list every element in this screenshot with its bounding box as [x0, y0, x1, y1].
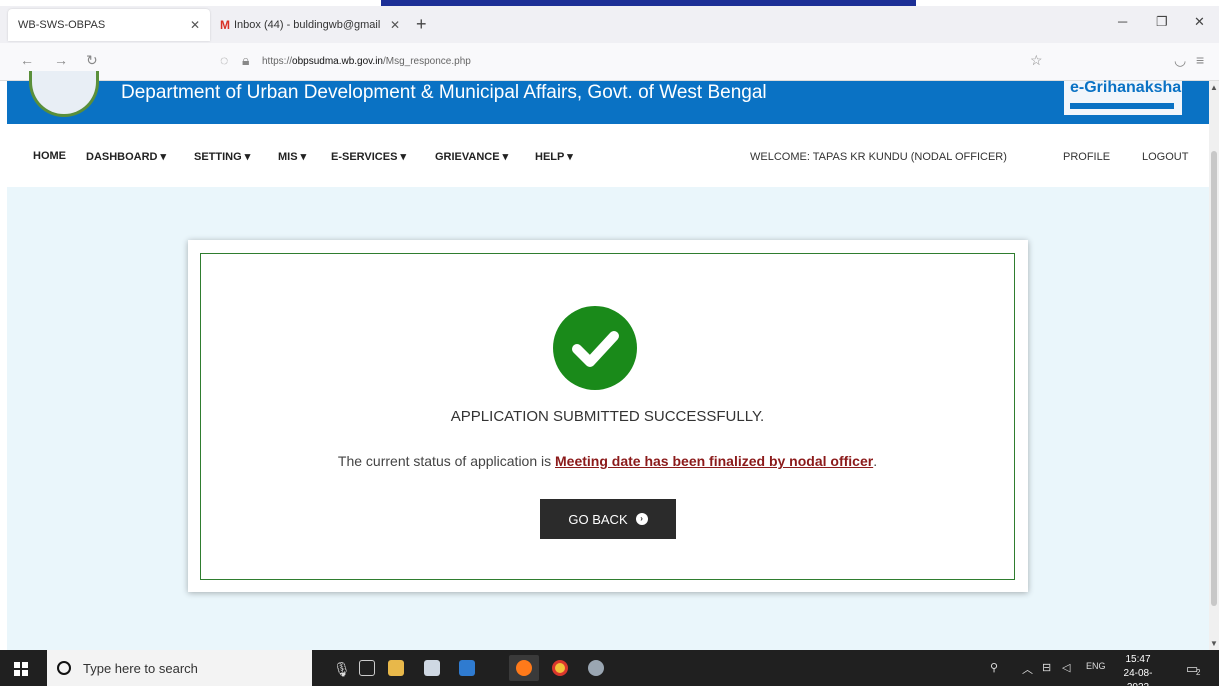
status-prefix: The current status of application is — [337, 453, 556, 469]
site-header: Department of Urban Development & Munici… — [7, 71, 1209, 124]
mail-icon[interactable] — [459, 660, 475, 676]
main-menu: HOME DASHBOARD ▾ SETTING ▾ MIS ▾ E-SERVI… — [7, 124, 1209, 187]
main-content: APPLICATION SUBMITTED SUCCESSFULLY. The … — [7, 187, 1209, 650]
close-icon[interactable]: ✕ — [390, 18, 400, 32]
browser-tab-bar: WB-SWS-OBPAS ✕ M Inbox (44) - buldingwb@… — [0, 6, 1219, 43]
tab-title: WB-SWS-OBPAS — [18, 18, 106, 31]
menu-icon[interactable]: ≡ — [1196, 52, 1204, 68]
message-card-border: APPLICATION SUBMITTED SUCCESSFULLY. The … — [200, 253, 1015, 580]
volume-icon[interactable]: ◁ — [1062, 661, 1070, 674]
department-logo — [29, 71, 99, 117]
menu-setting[interactable]: SETTING ▾ — [194, 150, 250, 163]
microphone-icon[interactable]: 🎙︎ — [333, 661, 351, 678]
store-icon[interactable] — [424, 660, 440, 676]
address-bar-row: ← → ↻ ◌ 🔒︎ https://obpsudma.wb.gov.in/Ms… — [0, 43, 1219, 81]
department-title: Department of Urban Development & Munici… — [121, 82, 767, 103]
brand-text: e-Grihanaksha — [1070, 79, 1182, 96]
notification-count: 2 — [1196, 668, 1201, 677]
menu-grievance[interactable]: GRIEVANCE ▾ — [435, 150, 508, 163]
taskbar-search[interactable]: Type here to search — [47, 650, 312, 686]
tab-obpas[interactable]: WB-SWS-OBPAS ✕ — [8, 8, 210, 41]
windows-taskbar: Type here to search 🎙︎ ⚲ ︿ ⊟ ◁ ENG 15:47… — [0, 650, 1219, 686]
arrow-right-circle-icon: › — [635, 513, 648, 525]
language-indicator[interactable]: ENG — [1086, 661, 1106, 671]
url-domain: obpsudma.wb.gov.in — [292, 56, 383, 67]
tab-title: Inbox (44) - buldingwb@gmail — [234, 18, 381, 31]
brand-tagline-strip — [1070, 103, 1174, 109]
new-tab-icon[interactable]: + — [416, 14, 427, 35]
forward-icon[interactable]: → — [54, 52, 68, 68]
scroll-up-icon[interactable]: ▲ — [1209, 83, 1219, 92]
clock-time: 15:47 — [1125, 654, 1151, 665]
menu-help[interactable]: HELP ▾ — [535, 150, 573, 163]
reload-icon[interactable]: ↻ — [86, 52, 98, 69]
welcome-text: WELCOME: TAPAS KR KUNDU (NODAL OFFICER) — [750, 151, 1007, 163]
profile-link[interactable]: PROFILE — [1063, 151, 1110, 163]
lock-icon: 🔒︎ — [242, 52, 250, 68]
scroll-thumb[interactable] — [1211, 151, 1217, 606]
file-explorer-icon[interactable] — [388, 660, 404, 676]
people-icon[interactable]: ⚲ — [990, 661, 998, 674]
menu-mis[interactable]: MIS ▾ — [278, 150, 306, 163]
bookmark-star-icon[interactable]: ☆ — [1030, 52, 1043, 69]
url-prefix: https:// — [262, 56, 293, 67]
shield-icon[interactable]: ◌ — [220, 52, 228, 68]
url-field[interactable]: https://obpsudma.wb.gov.in/Msg_responce.… — [262, 56, 471, 67]
logout-link[interactable]: LOGOUT — [1142, 151, 1188, 163]
message-card: APPLICATION SUBMITTED SUCCESSFULLY. The … — [188, 240, 1028, 592]
close-icon[interactable]: ✕ — [190, 18, 200, 32]
tab-gmail[interactable]: M Inbox (44) - buldingwb@gmail ✕ — [210, 9, 410, 41]
page-scrollbar[interactable]: ▲ ▼ — [1209, 81, 1219, 650]
chevron-up-icon[interactable]: ︿ — [1022, 661, 1033, 677]
taskbar-clock[interactable]: 15:47 24-08-2022 — [1115, 653, 1161, 686]
success-check-icon — [553, 306, 637, 390]
gmail-icon: M — [220, 17, 230, 32]
paint-icon[interactable] — [588, 660, 604, 676]
status-suffix: . — [873, 453, 878, 469]
pocket-icon[interactable]: ◡ — [1174, 52, 1186, 69]
network-icon[interactable]: ⊟ — [1042, 661, 1051, 674]
go-back-label: GO BACK — [568, 511, 628, 527]
go-back-button[interactable]: GO BACK › — [540, 499, 676, 539]
scroll-down-icon[interactable]: ▼ — [1209, 639, 1219, 648]
status-value: Meeting date has been finalized by nodal… — [555, 453, 874, 469]
search-placeholder: Type here to search — [83, 661, 198, 676]
search-icon — [57, 661, 71, 675]
url-path: /Msg_responce.php — [383, 56, 471, 67]
close-window-icon[interactable]: ✕ — [1194, 14, 1205, 30]
minimize-icon[interactable]: ─ — [1118, 14, 1127, 29]
menu-dashboard[interactable]: DASHBOARD ▾ — [86, 150, 166, 163]
firefox-icon[interactable] — [516, 660, 532, 676]
task-view-icon[interactable] — [359, 660, 375, 676]
menu-home[interactable]: HOME — [33, 150, 66, 162]
chrome-icon[interactable] — [552, 660, 568, 676]
brand-logo[interactable]: e-Grihanaksha — [1064, 79, 1182, 115]
menu-e-services[interactable]: E-SERVICES ▾ — [331, 150, 406, 163]
status-line: The current status of application is Mee… — [201, 453, 1014, 469]
back-icon[interactable]: ← — [20, 52, 34, 68]
success-heading: APPLICATION SUBMITTED SUCCESSFULLY. — [450, 408, 765, 425]
maximize-icon[interactable]: ❐ — [1156, 14, 1168, 30]
clock-date: 24-08-2022 — [1123, 668, 1153, 686]
windows-start-icon[interactable] — [14, 662, 28, 676]
